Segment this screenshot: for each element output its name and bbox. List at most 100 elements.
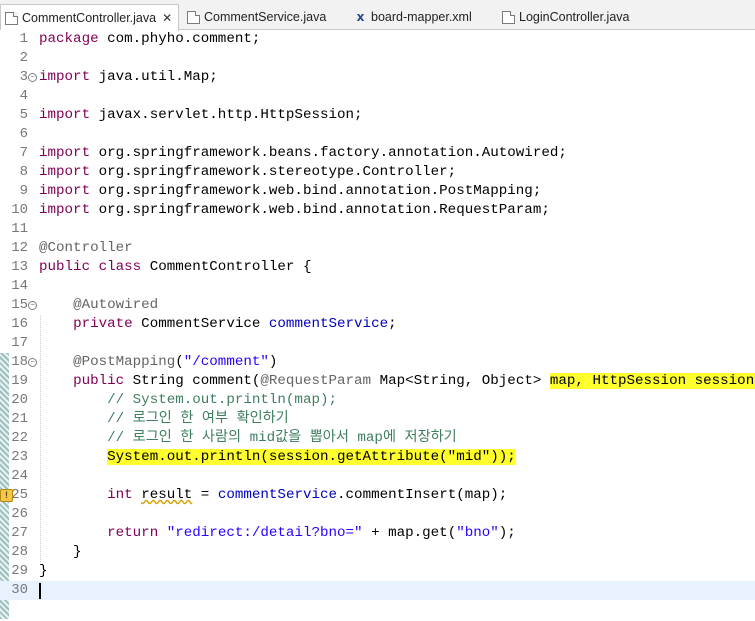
code-line[interactable]: 1 package com.phyho.comment; [0, 30, 755, 49]
code-line[interactable]: 30 [0, 581, 755, 600]
code-token-kw: private [73, 316, 133, 332]
code-token: = [192, 487, 218, 503]
code-line[interactable]: 14 [0, 277, 755, 296]
code-text: return "redirect:/detail?bno=" + map.get… [39, 524, 516, 543]
line-number: 20 [11, 392, 28, 408]
code-line[interactable]: 24 [0, 467, 755, 486]
code-line[interactable]: 7 import org.springframework.beans.factor… [0, 144, 755, 163]
code-token-fld: commentService [217, 487, 338, 503]
fold-toggle-icon[interactable]: − [28, 358, 37, 367]
code-token-ann: @Autowired [73, 297, 159, 313]
code-token: ); [498, 525, 516, 541]
line-number: 14 [11, 278, 28, 294]
code-token: CommentService [132, 316, 269, 332]
tab-board-mapper[interactable]: x board-mapper.xml [350, 4, 490, 30]
code-token-kw: return [107, 525, 159, 541]
warning-marker-icon[interactable]: ! [0, 489, 13, 502]
code-line[interactable]: 10 import org.springframework.web.bind.an… [0, 201, 755, 220]
code-text: public String comment(@RequestParam Map<… [39, 372, 755, 391]
close-icon[interactable]: ✕ [162, 11, 172, 25]
code-token-kw: class [98, 259, 142, 275]
code-line[interactable]: 28 } [0, 543, 755, 562]
code-line[interactable]: 17 [0, 334, 755, 353]
xml-file-icon: x [356, 9, 365, 24]
line-number: 23 [11, 449, 28, 465]
line-number: 2 [19, 50, 28, 66]
line-number: 22 [11, 430, 28, 446]
code-token-kw: package [39, 31, 99, 47]
code-line[interactable]: 6 [0, 125, 755, 144]
line-number: 16 [11, 316, 28, 332]
code-line[interactable]: 3− import java.util.Map; [0, 68, 755, 87]
code-token-fld: commentService [268, 316, 389, 332]
code-token-kw: import [39, 145, 91, 161]
text-caret [39, 583, 41, 599]
code-line[interactable]: 18− @PostMapping("/comment") [0, 353, 755, 372]
code-line[interactable]: 13 public class CommentController { [0, 258, 755, 277]
code-line[interactable]: 15− @Autowired [0, 296, 755, 315]
fold-toggle-icon[interactable]: − [28, 73, 37, 82]
code-line[interactable]: 9 import org.springframework.web.bind.ann… [0, 182, 755, 201]
fold-toggle-icon[interactable]: − [28, 301, 37, 310]
code-line[interactable]: 19 public String comment(@RequestParam M… [0, 372, 755, 391]
code-token-hl: System.out.println(session.getAttribute(… [107, 449, 516, 465]
code-line[interactable]: 21 // 로그인 한 여부 확인하기 [0, 410, 755, 429]
code-token: org.springframework.beans.factory.annota… [98, 145, 567, 161]
line-number: 15 [11, 297, 28, 313]
code-line[interactable]: 20 // System.out.println(map); [0, 391, 755, 410]
line-number: 28 [11, 544, 28, 560]
code-line[interactable]: 5 import javax.servlet.http.HttpSession; [0, 106, 755, 125]
tab-comment-controller[interactable]: CommentController.java ✕ [0, 4, 179, 31]
code-token-ann: @PostMapping [73, 354, 176, 370]
code-editor[interactable]: 1 package com.phyho.comment; 2 3− import jav… [0, 30, 755, 621]
code-line[interactable]: 22 // 로그인 한 사람의 mid값을 뽑아서 map에 저장하기 [0, 429, 755, 448]
code-text: import org.springframework.web.bind.anno… [39, 201, 550, 220]
code-line[interactable]: 16 private CommentService commentService… [0, 315, 755, 334]
code-line[interactable]: 2 [0, 49, 755, 68]
tab-login-controller[interactable]: LoginController.java [498, 4, 648, 30]
code-token-str: "/comment" [183, 354, 269, 370]
code-line[interactable]: 8 import org.springframework.stereotype.C… [0, 163, 755, 182]
code-line[interactable]: 26 [0, 505, 755, 524]
code-text: @PostMapping("/comment") [39, 353, 277, 372]
code-token-kw: import [39, 202, 91, 218]
code-token-kw: public [73, 373, 125, 389]
code-token: String comment( [124, 373, 261, 389]
code-text: // System.out.println(map); [39, 391, 337, 410]
code-line[interactable]: 4 [0, 87, 755, 106]
line-number: 17 [11, 335, 28, 351]
code-token: } [39, 544, 82, 560]
line-number: 1 [19, 31, 28, 47]
code-text: import javax.servlet.http.HttpSession; [39, 106, 363, 125]
code-line[interactable]: 27 return "redirect:/detail?bno=" + map.… [0, 524, 755, 543]
tab-comment-service[interactable]: CommentService.java [183, 4, 343, 30]
code-token-cmt: // 로그인 한 여부 확인하기 [107, 411, 289, 427]
code-token: ; [388, 316, 397, 332]
code-text: @Autowired [39, 296, 158, 315]
line-number: 4 [19, 88, 28, 104]
code-text: // 로그인 한 사람의 mid값을 뽑아서 map에 저장하기 [39, 429, 457, 448]
code-line[interactable]: 11 [0, 220, 755, 239]
line-number: 27 [11, 525, 28, 541]
line-number: 11 [11, 221, 28, 237]
code-line[interactable]: 23 System.out.println(session.getAttribu… [0, 448, 755, 467]
editor-tab-bar: CommentController.java ✕ CommentService.… [0, 0, 755, 31]
code-token-ann: @Controller [39, 240, 133, 256]
line-number: 29 [11, 563, 28, 579]
code-token: ( [175, 354, 184, 370]
code-line[interactable]: 25! int result = commentService.commentI… [0, 486, 755, 505]
code-line[interactable]: 29} [0, 562, 755, 581]
tab-label: LoginController.java [519, 10, 630, 24]
code-token-str: "bno" [456, 525, 499, 541]
code-line[interactable]: 12 @Controller [0, 239, 755, 258]
code-token-kw: int [107, 487, 133, 503]
line-number: 21 [11, 411, 28, 427]
code-token: .commentInsert(map); [337, 487, 508, 503]
